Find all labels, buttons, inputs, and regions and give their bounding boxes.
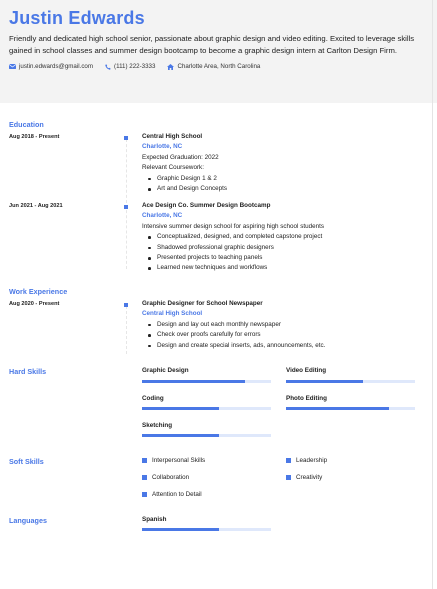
- timeline-line: [126, 139, 127, 269]
- list-item: Conceptualized, designed, and completed …: [148, 232, 427, 242]
- square-bullet-icon: [286, 458, 291, 463]
- languages-heading: Languages: [9, 516, 47, 525]
- list-item: Presented projects to teaching panels: [148, 253, 427, 263]
- program-location: Charlotte, NC: [142, 212, 183, 220]
- work-date: Aug 2020 - Present: [9, 301, 60, 307]
- soft-skill-label: Creativity: [296, 474, 323, 481]
- skill-bar-fill: [142, 407, 220, 410]
- list-item: Art and Design Concepts: [148, 184, 427, 194]
- soft-skill-item: Interpersonal Skills: [142, 457, 205, 464]
- soft-skill-label: Interpersonal Skills: [152, 457, 206, 464]
- education-date: Aug 2018 - Present: [9, 134, 60, 140]
- bootcamp-list: Conceptualized, designed, and completed …: [142, 232, 427, 274]
- skill-bar-fill: [142, 434, 220, 437]
- skill-bar-fill: [142, 380, 246, 383]
- soft-skill-item: Attention to Detail: [142, 491, 202, 498]
- duties-list: Design and lay out each monthly newspape…: [142, 320, 427, 351]
- resume-header: Justin Edwards Friendly and dedicated hi…: [0, 0, 437, 103]
- contact-row: justin.edwards@gmail.com (111) 222-3333 …: [9, 63, 428, 70]
- skill-bar: [286, 407, 415, 410]
- skill-bar: [286, 380, 415, 383]
- entry-line: Relevant Coursework:: [142, 164, 204, 172]
- email-text: justin.edwards@gmail.com: [19, 63, 94, 70]
- skill-bar-fill: [286, 380, 364, 383]
- list-item: Shadowed professional graphic designers: [148, 243, 427, 253]
- coursework-list: Graphic Design 1 & 2 Art and Design Conc…: [142, 174, 427, 195]
- list-item: Graphic Design 1 & 2: [148, 174, 427, 184]
- skill-name: Coding: [142, 395, 164, 402]
- skill-bar-fill: [286, 407, 390, 410]
- timeline-marker: [124, 303, 128, 307]
- envelope-icon: [9, 64, 16, 69]
- soft-skill-label: Attention to Detail: [152, 491, 202, 498]
- education-date: Jun 2021 - Aug 2021: [9, 203, 63, 209]
- school-name: Central High School: [142, 133, 203, 140]
- skill-name: Photo Editing: [286, 395, 327, 402]
- skill-bar: [142, 434, 271, 437]
- hard-skills-heading: Hard Skills: [9, 367, 47, 376]
- phone-icon: [105, 63, 111, 70]
- education-entry: Central High School Charlotte, NC Expect…: [142, 132, 427, 194]
- soft-skill-label: Leadership: [296, 457, 328, 464]
- skill-bar: [142, 380, 271, 383]
- language-name: Spanish: [142, 516, 167, 523]
- square-bullet-icon: [142, 475, 147, 480]
- soft-skill-item: Collaboration: [142, 474, 189, 481]
- list-item: Design and lay out each monthly newspape…: [148, 320, 427, 330]
- soft-skill-item: Leadership: [286, 457, 327, 464]
- education-entry: Ace Design Co. Summer Design Bootcamp Ch…: [142, 201, 427, 274]
- list-item: Learned new techniques and workflows: [148, 263, 427, 273]
- entry-line: Intensive summer design school for aspir…: [142, 222, 325, 230]
- square-bullet-icon: [142, 492, 147, 497]
- language-bar: [142, 528, 271, 531]
- location-contact: Charlotte Area, North Carolina: [167, 63, 260, 70]
- work-heading: Work Experience: [9, 287, 68, 296]
- square-bullet-icon: [286, 475, 291, 480]
- skill-name: Sketching: [142, 422, 173, 429]
- location-text: Charlotte Area, North Carolina: [177, 63, 261, 70]
- phone-text: (111) 222-3333: [114, 63, 156, 70]
- work-entry: Graphic Designer for School Newspaper Ce…: [142, 299, 427, 351]
- soft-skill-item: Creativity: [286, 474, 322, 481]
- page-edge-divider: [432, 0, 433, 589]
- program-name: Ace Design Co. Summer Design Bootcamp: [142, 202, 271, 209]
- phone-contact[interactable]: (111) 222-3333: [105, 63, 155, 70]
- job-title: Graphic Designer for School Newspaper: [142, 300, 263, 307]
- email-contact[interactable]: justin.edwards@gmail.com: [9, 63, 93, 70]
- school-location: Charlotte, NC: [142, 143, 183, 151]
- summary-text: Friendly and dedicated high school senio…: [9, 34, 415, 55]
- skill-name: Video Editing: [286, 367, 327, 374]
- soft-skills-heading: Soft Skills: [9, 457, 44, 466]
- entry-line: Expected Graduation: 2022: [142, 153, 219, 161]
- education-heading: Education: [9, 120, 44, 129]
- timeline-marker: [124, 205, 128, 209]
- list-item: Design and create special inserts, ads, …: [148, 341, 427, 351]
- employer-name: Central High School: [142, 310, 203, 318]
- language-bar-fill: [142, 528, 220, 531]
- soft-skill-label: Collaboration: [152, 474, 190, 481]
- home-icon: [167, 63, 175, 70]
- skill-bar: [142, 407, 271, 410]
- candidate-name: Justin Edwards: [9, 8, 145, 28]
- timeline-line: [126, 306, 127, 354]
- timeline-marker: [124, 136, 128, 140]
- square-bullet-icon: [142, 458, 147, 463]
- list-item: Check over proofs carefully for errors: [148, 330, 427, 340]
- skill-name: Graphic Design: [142, 367, 189, 374]
